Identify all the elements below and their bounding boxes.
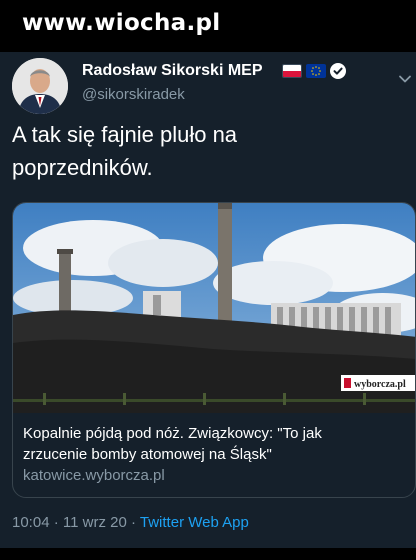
preview-image: wyborcza.pl bbox=[13, 203, 415, 413]
author-name[interactable]: Radosław Sikorski MEP bbox=[82, 62, 263, 80]
site-watermark: www.wiocha.pl bbox=[22, 10, 221, 36]
author-handle[interactable]: @sikorskiradek bbox=[82, 86, 185, 103]
verified-badge-icon bbox=[330, 63, 346, 79]
avatar-photo bbox=[12, 58, 68, 114]
eu-flag-icon bbox=[306, 64, 326, 78]
link-title-line: Kopalnie pójdą pod nóż. Związkowcy: "To … bbox=[23, 425, 322, 442]
source-app-link[interactable]: Twitter Web App bbox=[140, 514, 249, 531]
link-title-line: zrzucenie bomby atomowej na Śląsk" bbox=[23, 446, 272, 463]
meta-separator: · bbox=[130, 514, 136, 531]
link-domain: katowice.wyborcza.pl bbox=[23, 467, 165, 484]
preview-image-watermark: wyborcza.pl bbox=[354, 379, 406, 390]
tweet-text-line: poprzedników. bbox=[12, 155, 153, 180]
chevron-down-icon[interactable] bbox=[398, 72, 412, 86]
tweet-text: A tak się fajnie pluło na poprzedników. bbox=[12, 118, 392, 184]
tweet-text-line: A tak się fajnie pluło na bbox=[12, 122, 238, 147]
tweet-meta: 10:04 · 11 wrz 20 · Twitter Web App bbox=[12, 514, 249, 531]
link-title[interactable]: Kopalnie pójdą pod nóż. Związkowcy: "To … bbox=[23, 423, 407, 465]
meta-separator: · bbox=[53, 514, 59, 531]
tweet-date[interactable]: 11 wrz 20 bbox=[63, 514, 127, 531]
tweet-card[interactable]: Radosław Sikorski MEP @sikorskiradek A t… bbox=[0, 52, 416, 548]
watermark-bar: www.wiocha.pl bbox=[0, 0, 416, 52]
avatar[interactable] bbox=[12, 58, 68, 114]
poland-flag-icon bbox=[282, 64, 302, 78]
link-preview-card[interactable]: wyborcza.pl Kopalnie pójdą pod nóż. Zwią… bbox=[12, 202, 416, 498]
tweet-time[interactable]: 10:04 bbox=[12, 514, 50, 531]
